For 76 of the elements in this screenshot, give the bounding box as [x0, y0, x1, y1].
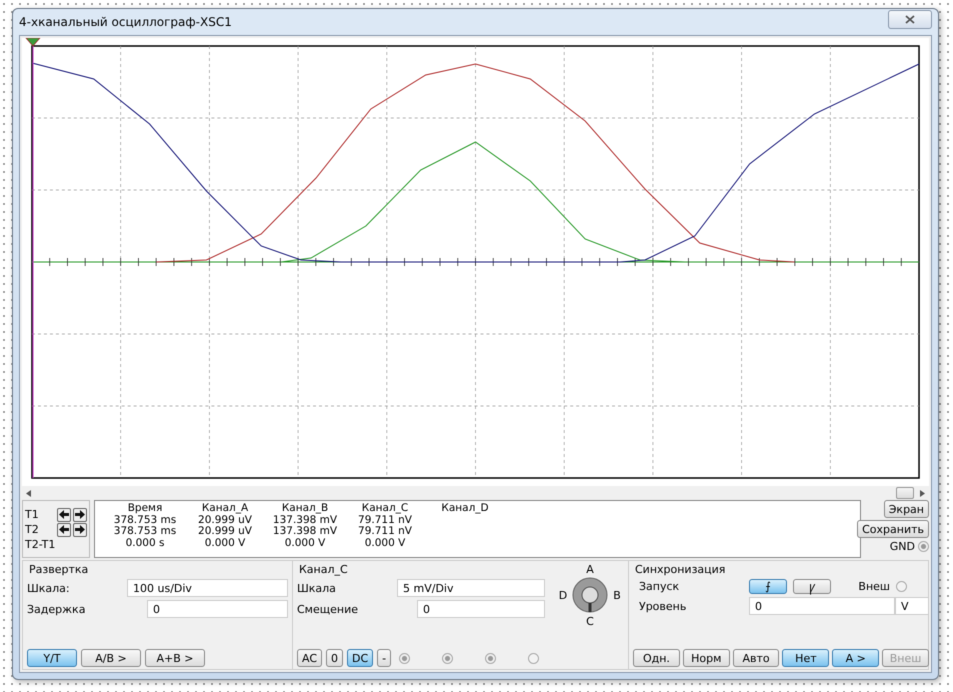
radio-button[interactable] — [442, 652, 454, 664]
scale-field[interactable]: 5 mV/Div — [397, 579, 545, 597]
trigger-mode-button[interactable]: Одн. — [633, 649, 680, 667]
cursor-left-button[interactable] — [57, 522, 72, 536]
delay-field[interactable]: 0 — [147, 600, 288, 618]
readout-value: 79.711 nV — [358, 526, 412, 538]
field-label: Шкала — [297, 582, 337, 594]
gnd-label: GND — [890, 540, 915, 553]
close-button[interactable] — [888, 10, 932, 28]
trigger-mode-button[interactable]: Авто — [732, 649, 780, 667]
external-radio[interactable] — [896, 581, 907, 592]
cursor-line[interactable] — [32, 46, 34, 478]
readout-value: 0.000 V — [284, 538, 326, 549]
readout-value: 0.000 V — [204, 538, 246, 549]
side-button[interactable]: Экран — [884, 500, 929, 518]
channel-knob-icon[interactable] — [572, 577, 608, 613]
radio-button[interactable] — [528, 652, 540, 664]
side-button[interactable]: Сохранить — [857, 520, 929, 538]
coupling-button[interactable]: 0 — [326, 649, 344, 667]
column-header: Канал_D — [441, 503, 489, 514]
gnd-radio[interactable] — [918, 541, 929, 552]
readout-value: 137.398 mV — [272, 526, 338, 538]
cursor-right-button[interactable] — [73, 522, 88, 536]
readout-value: 0.000 V — [364, 538, 406, 549]
mode-button[interactable]: Y/T — [27, 649, 77, 667]
window-title: 4-хканальный осциллограф-XSC1 — [19, 15, 232, 29]
radio-button[interactable] — [485, 652, 496, 664]
cursor-handle-icon[interactable] — [25, 38, 41, 47]
readout-value: 0.000 s — [126, 538, 164, 549]
mode-button[interactable]: A+B > — [145, 649, 205, 667]
group-title: Канал_C — [298, 563, 349, 576]
field-label: Шкала: — [27, 582, 71, 594]
cursor-row-label: T2-T1 — [25, 538, 56, 550]
column-header: Канал_C — [362, 503, 408, 514]
coupling-button[interactable]: - — [377, 649, 392, 667]
column-header: Время — [128, 503, 162, 514]
column-header: Канал_B — [282, 503, 328, 514]
offset-field[interactable]: 0 — [417, 600, 545, 618]
edge-button[interactable]: Ꝩ — [793, 579, 831, 594]
cursor-left-button[interactable] — [57, 508, 72, 522]
coupling-button[interactable]: AC — [297, 649, 322, 667]
readout-value: 378.753 ms — [114, 514, 176, 526]
edge-button[interactable]: ⨍ — [749, 579, 787, 594]
unit-field[interactable]: V — [895, 597, 929, 615]
scroll-left-icon[interactable] — [26, 490, 31, 496]
knob-label: A — [586, 562, 594, 576]
field-label: Запуск — [639, 580, 680, 593]
readout-value: 137.398 mV — [272, 514, 338, 526]
cursor-row-label: T1 — [25, 508, 40, 522]
column-header: Канал_A — [202, 503, 248, 514]
group-title: Синхронизация — [634, 563, 726, 576]
trigger-mode-button[interactable]: Норм — [682, 649, 730, 667]
readout-value: 79.711 nV — [358, 514, 412, 526]
scroll-thumb[interactable] — [896, 487, 914, 499]
knob-label: C — [586, 614, 594, 628]
knob-label: B — [613, 588, 621, 602]
cursor-right-button[interactable] — [73, 508, 88, 522]
field-label: Внеш — [858, 580, 890, 593]
cursor-row-label: T2 — [25, 522, 40, 536]
trigger-mode-button[interactable]: A > — [832, 649, 880, 667]
scroll-right-icon[interactable] — [920, 490, 925, 496]
close-icon — [905, 14, 915, 24]
readout-value: 20.999 uV — [198, 526, 252, 538]
knob-label: D — [558, 588, 568, 602]
readout-value: 378.753 ms — [114, 526, 176, 538]
level-field[interactable]: 0 — [749, 597, 895, 615]
field-label: Уровень — [639, 600, 688, 612]
mode-button[interactable]: A/B > — [81, 649, 141, 667]
trigger-mode-button[interactable]: Нет — [782, 649, 830, 667]
readout-value: 20.999 uV — [198, 514, 252, 526]
field-label: Задержка — [27, 602, 86, 616]
scale-field[interactable]: 100 us/Div — [127, 579, 288, 597]
group-title: Развертка — [28, 563, 90, 576]
radio-button[interactable] — [399, 652, 410, 664]
coupling-button[interactable]: DC — [347, 649, 374, 667]
field-label: Смещение — [297, 602, 359, 616]
